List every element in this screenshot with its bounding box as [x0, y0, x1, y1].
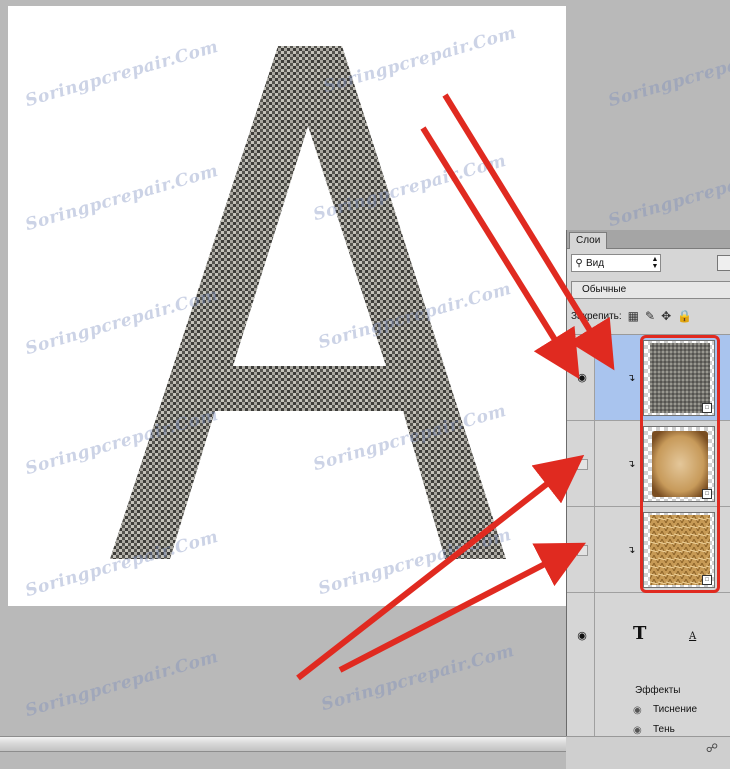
smart-object-icon: □: [702, 489, 712, 499]
eye-icon[interactable]: ◉: [633, 725, 642, 736]
hidden-visibility-box[interactable]: [577, 545, 588, 556]
effect-drop-shadow[interactable]: Тень: [653, 724, 675, 735]
layer-row-paper[interactable]: ↴ □: [567, 421, 730, 507]
layer-filter-label: Вид: [586, 257, 605, 269]
image-filter-icon[interactable]: [717, 255, 730, 271]
watermark-text: Soringpcrepair.Com: [23, 646, 221, 722]
layer-filter-dropdown[interactable]: ⚲ Вид ▲ ▼: [571, 254, 661, 272]
panel-bottom-bar: ☍: [566, 736, 730, 769]
paper-texture-thumbnail: [652, 431, 708, 497]
hidden-visibility-box[interactable]: [577, 459, 588, 470]
layer-row-foil[interactable]: ↴ □: [567, 507, 730, 593]
layer-thumbnail[interactable]: □: [643, 340, 715, 416]
search-icon: ⚲: [575, 257, 583, 269]
visibility-cell[interactable]: [567, 421, 595, 506]
foil-texture-thumbnail: [650, 515, 710, 585]
letter-a-shape: [110, 46, 506, 559]
layer-row-fabric[interactable]: ◉ ↴ □: [567, 335, 730, 421]
clipping-arrow-icon: ↴: [627, 373, 636, 384]
visibility-cell[interactable]: [567, 507, 595, 592]
effect-bevel-emboss[interactable]: Тиснение: [653, 704, 697, 715]
lock-transparency-icon[interactable]: ▦: [628, 309, 639, 323]
effects-label: Эффекты: [635, 685, 681, 696]
blend-mode-dropdown[interactable]: Обычные: [571, 281, 730, 299]
horizontal-scrollbar[interactable]: [0, 736, 566, 752]
fabric-texture-thumbnail: [650, 343, 710, 413]
eye-icon[interactable]: ◉: [633, 705, 642, 716]
lock-row: Закрепить: ▦ ✎ ✥ 🔒: [571, 308, 730, 324]
layers-panel: Слои ⚲ Вид ▲ ▼ Обычные Закрепить: ▦ ✎ ✥ 🔒…: [566, 230, 730, 768]
lock-position-icon[interactable]: ✥: [661, 309, 671, 323]
lock-pixels-icon[interactable]: ✎: [645, 309, 655, 323]
lock-all-icon[interactable]: 🔒: [677, 309, 692, 323]
document-canvas[interactable]: A: [8, 6, 566, 606]
layer-thumbnail[interactable]: □: [643, 426, 715, 502]
clipping-arrow-icon: ↴: [627, 545, 636, 556]
letter-a-artwork: [110, 46, 506, 559]
watermark-text: Soringpcrepair.Com: [606, 36, 730, 112]
watermark-text: Soringpcrepair.Com: [319, 640, 517, 716]
panel-tab-bar: Слои: [567, 230, 730, 249]
text-layer-name: A: [689, 631, 697, 642]
clipping-arrow-icon: ↴: [627, 459, 636, 470]
layer-thumbnail[interactable]: □: [643, 512, 715, 588]
eye-icon[interactable]: ◉: [576, 373, 588, 384]
link-layers-icon[interactable]: ☍: [706, 741, 718, 755]
smart-object-icon: □: [702, 575, 712, 585]
layers-list: ◉ ↴ □ ↴ □ ↴ □ ◉ T A Эффекты ◉ Тиснение ◉…: [567, 334, 730, 768]
text-layer-icon: T: [633, 623, 647, 644]
lock-label: Закрепить:: [571, 310, 622, 322]
visibility-cell[interactable]: ◉: [567, 335, 595, 420]
eye-icon[interactable]: ◉: [576, 631, 588, 642]
tab-layers[interactable]: Слои: [569, 232, 608, 249]
watermark-text: Soringpcrepair.Com: [606, 156, 730, 232]
smart-object-icon: □: [702, 403, 712, 413]
updown-arrows-icon: ▲ ▼: [651, 256, 659, 270]
